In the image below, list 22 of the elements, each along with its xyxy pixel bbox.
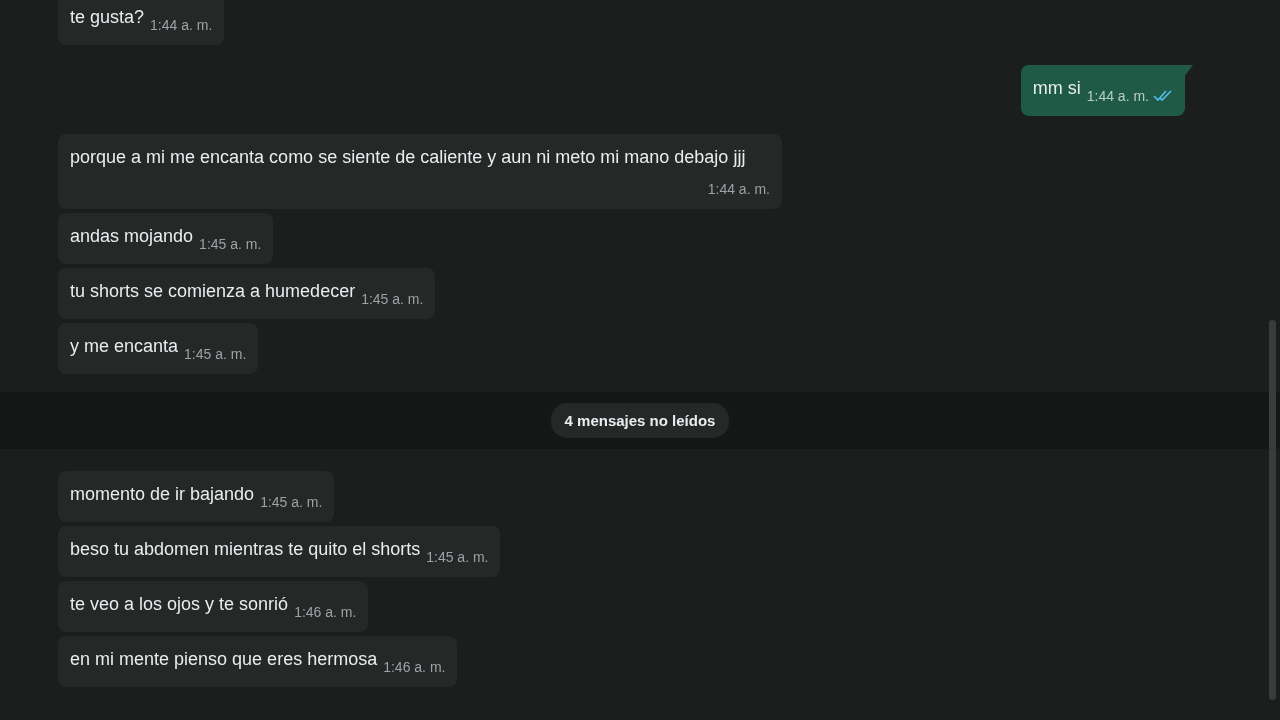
message-time: 1:45 a. m. xyxy=(199,235,262,254)
message-time: 1:45 a. m. xyxy=(426,548,489,567)
message-time: 1:45 a. m. xyxy=(184,345,247,364)
message-text: y me encanta xyxy=(70,336,179,356)
message-time: 1:45 a. m. xyxy=(260,493,323,512)
message-text: porque a mi me encanta como se siente de caliente y aun ni meto mi mano debajo jjj xyxy=(70,147,746,167)
message-time: 1:46 a. m. xyxy=(383,658,446,677)
message-text: mm si xyxy=(1032,78,1081,98)
message-text: momento de ir bajando xyxy=(70,484,255,504)
message-time: 1:45 a. m. xyxy=(361,290,424,309)
unread-count-label: 4 mensajes no leídos xyxy=(550,403,730,438)
message-time: 1:46 a. m. xyxy=(294,603,357,622)
message-text: tu shorts se comienza a humedecer xyxy=(70,281,356,301)
message-text: en mi mente pienso que eres hermosa xyxy=(70,649,378,669)
message-text: beso tu abdomen mientras te quito el shorts xyxy=(70,539,421,559)
message-time: 1:44 a. m. xyxy=(707,180,770,199)
message-time: 1:44 a. m. xyxy=(1086,84,1173,108)
message-text: te veo a los ojos y te sonrió xyxy=(70,594,289,614)
message-text: andas mojando xyxy=(70,226,194,246)
message-time: 1:44 a. m. xyxy=(150,16,213,35)
message-text: te gusta? xyxy=(70,7,145,27)
scrollbar-thumb[interactable] xyxy=(1269,320,1276,700)
